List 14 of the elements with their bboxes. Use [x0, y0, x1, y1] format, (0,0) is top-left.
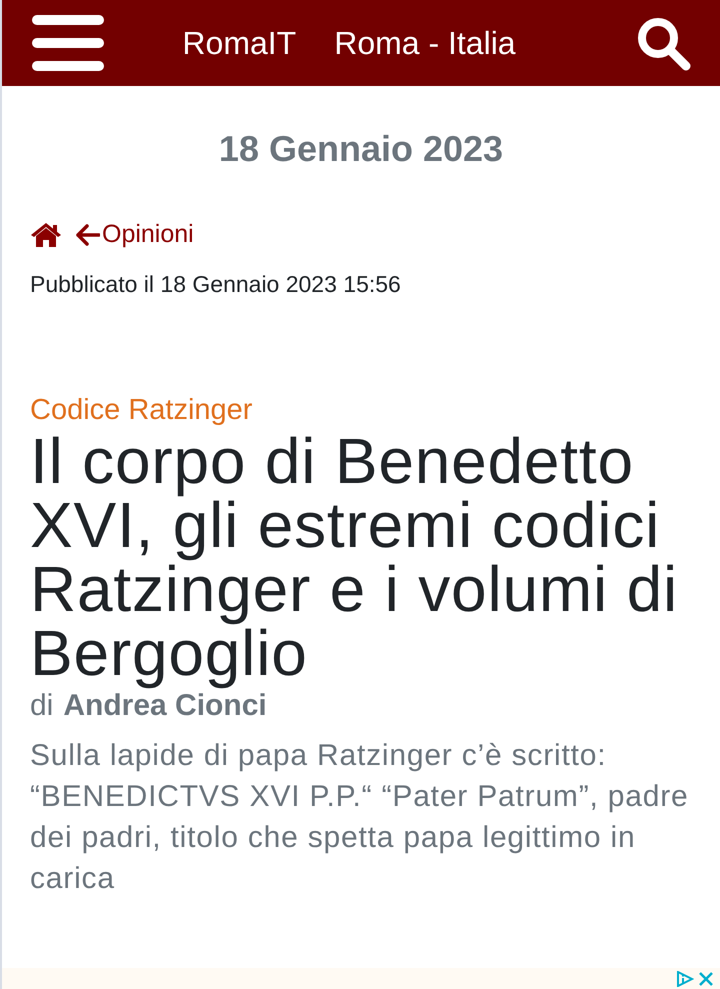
- menu-button[interactable]: [32, 15, 104, 71]
- back-link[interactable]: Opinioni: [76, 220, 194, 249]
- date-heading: 18 Gennaio 2023: [218, 128, 504, 170]
- location-label: Roma - Italia: [334, 24, 516, 62]
- category-label: Codice Ratzinger: [30, 394, 254, 427]
- close-icon[interactable]: [698, 970, 714, 986]
- left-arrow-icon: [76, 224, 100, 246]
- home-icon[interactable]: [30, 222, 62, 248]
- article-summary: Sulla lapide di papa Ratzinger c’è scritto: “BENEDICTVS XVI P.P.“ “Pater Patrum”, padre dei padri, titolo che spetta papa legittimo in carica: [30, 738, 690, 897]
- author-name: Andrea Cionci: [63, 689, 267, 723]
- author-prefix: di: [30, 689, 54, 723]
- publish-date: Pubblicato il 18 Gennaio 2023 15:56: [30, 271, 402, 298]
- ad-info-icon[interactable]: [676, 970, 694, 986]
- site-name: RomaIT: [182, 24, 296, 62]
